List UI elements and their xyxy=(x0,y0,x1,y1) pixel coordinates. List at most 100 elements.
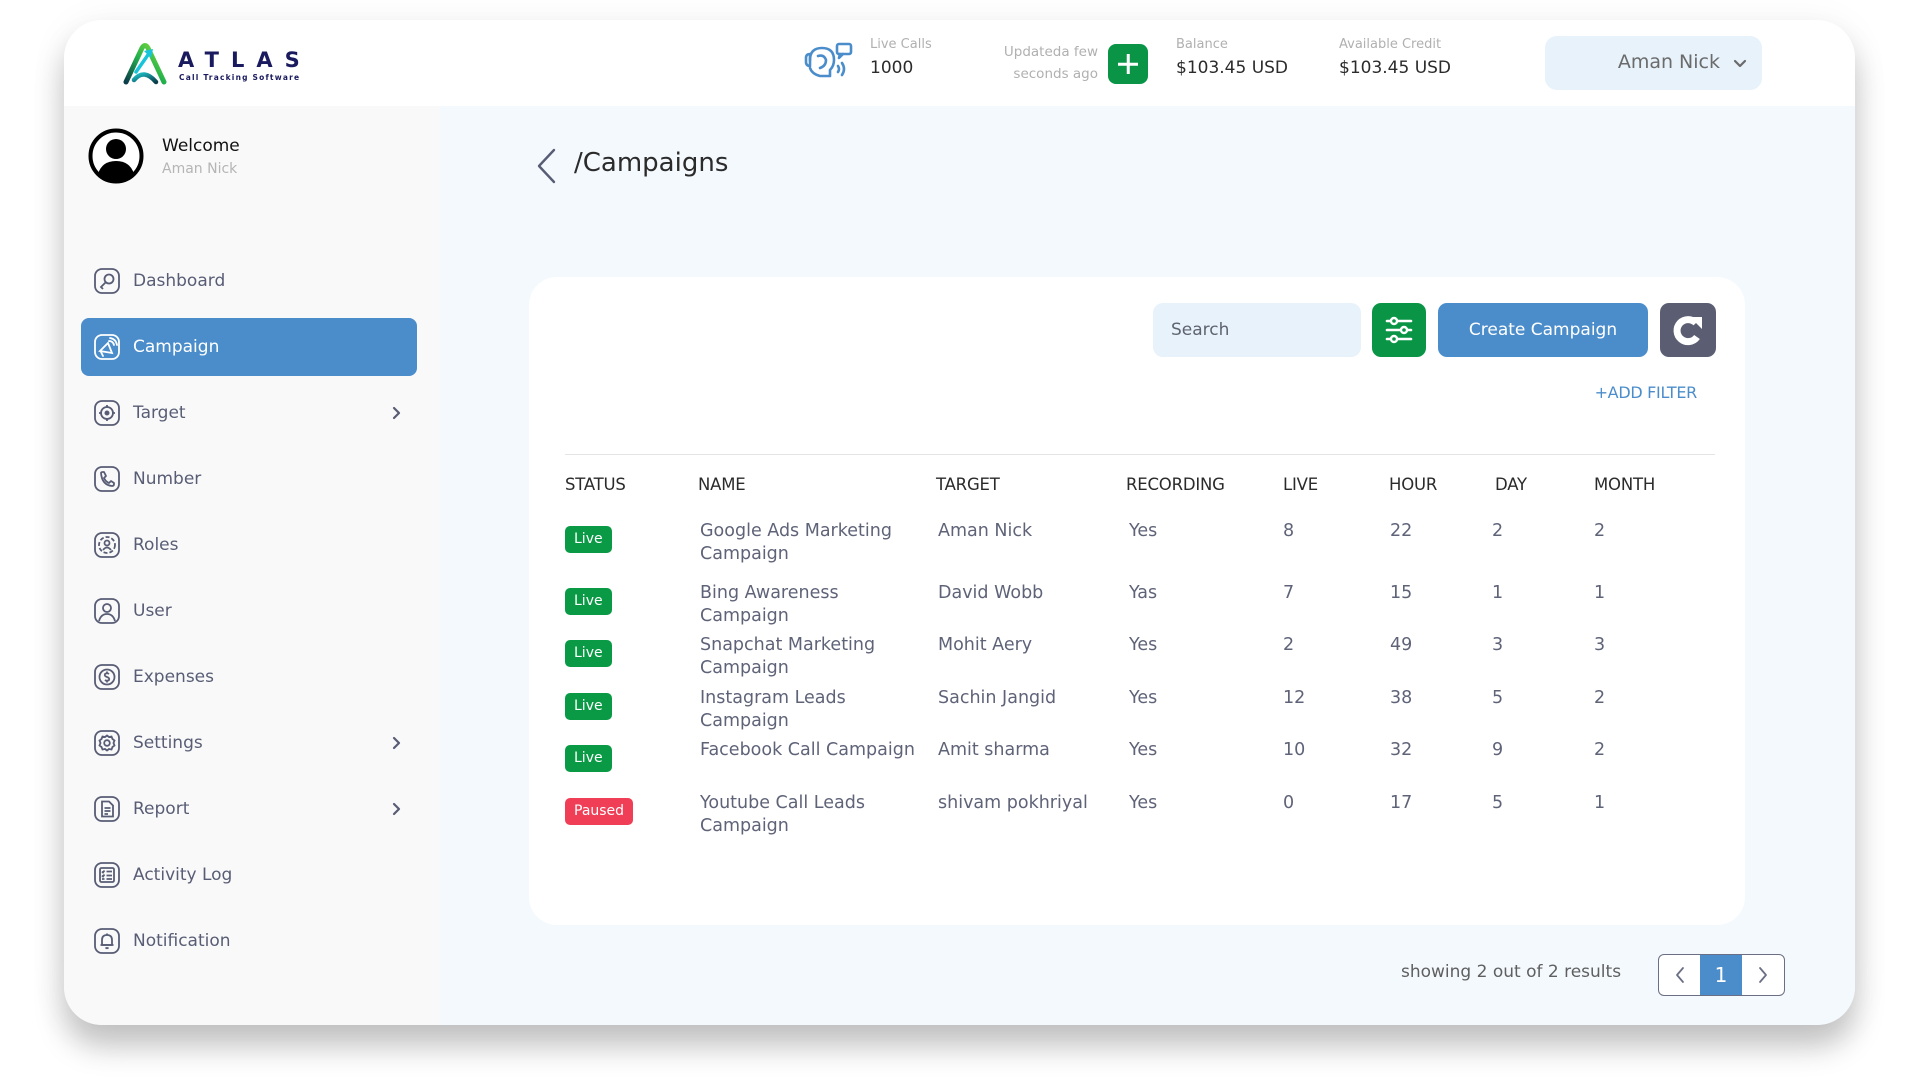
campaign-name[interactable]: Snapchat Marketing Campaign xyxy=(700,634,920,680)
filter-settings-button[interactable] xyxy=(1372,303,1426,357)
sidebar-item-user[interactable]: User xyxy=(81,582,417,640)
column-header-month[interactable]: MONTH xyxy=(1594,475,1655,494)
chevron-right-icon xyxy=(392,736,401,750)
status-cell: Live xyxy=(565,640,612,667)
campaign-hour-count: 49 xyxy=(1390,635,1413,655)
bell-icon xyxy=(94,928,120,954)
sidebar-item-campaign[interactable]: Campaign xyxy=(81,318,417,376)
updated-status: Updateda few seconds ago xyxy=(1003,44,1098,82)
chevron-right-icon xyxy=(392,406,401,420)
campaign-icon xyxy=(94,334,120,360)
live-calls-stat: Live Calls 1000 xyxy=(870,37,932,78)
campaign-target: Amit sharma xyxy=(938,740,1050,760)
main-content: /Campaigns Create Campaign xyxy=(440,106,1855,1025)
campaign-recording: Yes xyxy=(1129,635,1158,655)
sidebar-item-target[interactable]: Target xyxy=(81,384,417,442)
expenses-icon xyxy=(94,664,120,690)
chevron-down-icon xyxy=(1733,59,1747,68)
campaign-month-count: 2 xyxy=(1594,688,1606,708)
logo-name: ATLAS xyxy=(178,48,312,72)
sidebar-item-expenses[interactable]: Expenses xyxy=(81,648,417,706)
column-header-status[interactable]: STATUS xyxy=(565,475,626,494)
atlas-logo[interactable]: ATLAS Call Tracking Software xyxy=(122,42,312,86)
add-button[interactable] xyxy=(1108,44,1148,84)
campaign-recording: Yes xyxy=(1129,521,1158,541)
column-header-recording[interactable]: RECORDING xyxy=(1126,475,1225,494)
chevron-right-icon xyxy=(392,802,401,816)
column-header-day[interactable]: DAY xyxy=(1495,475,1527,494)
campaign-recording: Yes xyxy=(1129,793,1158,813)
campaign-recording: Yas xyxy=(1129,583,1158,603)
page-number-button[interactable]: 1 xyxy=(1700,955,1742,995)
campaign-name[interactable]: Google Ads Marketing Campaign xyxy=(700,520,920,566)
campaign-live-count: 7 xyxy=(1283,583,1295,603)
sidebar-item-label: Activity Log xyxy=(133,865,233,885)
column-header-live[interactable]: LIVE xyxy=(1283,475,1318,494)
campaign-hour-count: 32 xyxy=(1390,740,1413,760)
sidebar-item-roles[interactable]: Roles xyxy=(81,516,417,574)
live-calls-value: 1000 xyxy=(870,58,914,78)
status-cell: Live xyxy=(565,745,612,772)
add-filter-link[interactable]: +ADD FILTER xyxy=(1595,383,1698,402)
campaign-name[interactable]: Instagram Leads Campaign xyxy=(700,687,920,733)
sidebar: Welcome Aman Nick Dashboard Campaign Tar… xyxy=(64,106,440,1025)
campaign-day-count: 9 xyxy=(1492,740,1504,760)
status-badge: Live xyxy=(565,745,612,772)
sidebar-item-label: Notification xyxy=(133,931,231,951)
campaign-live-count: 8 xyxy=(1283,521,1295,541)
avatar[interactable] xyxy=(88,128,144,184)
balance-stat: Balance $103.45 USD xyxy=(1176,37,1288,78)
sidebar-item-report[interactable]: Report xyxy=(81,780,417,838)
table-row[interactable]: Live Google Ads Marketing Campaign Aman Ni… xyxy=(529,520,1745,585)
campaign-month-count: 3 xyxy=(1594,635,1606,655)
campaign-live-count: 12 xyxy=(1283,688,1306,708)
campaign-hour-count: 15 xyxy=(1390,583,1413,603)
campaign-day-count: 3 xyxy=(1492,635,1504,655)
user-icon xyxy=(94,598,120,624)
dashboard-icon xyxy=(94,268,120,294)
page-title: /Campaigns xyxy=(574,148,729,178)
refresh-button[interactable] xyxy=(1660,303,1716,357)
status-badge: Live xyxy=(565,526,612,553)
user-menu-dropdown[interactable]: Aman Nick xyxy=(1545,36,1762,90)
column-header-hour[interactable]: HOUR xyxy=(1389,475,1437,494)
campaign-hour-count: 38 xyxy=(1390,688,1413,708)
sidebar-item-number[interactable]: Number xyxy=(81,450,417,508)
campaign-day-count: 2 xyxy=(1492,521,1504,541)
welcome-title: Welcome xyxy=(162,136,240,156)
campaign-name[interactable]: Facebook Call Campaign xyxy=(700,739,920,762)
logo-mark-icon xyxy=(123,43,167,85)
create-campaign-button[interactable]: Create Campaign xyxy=(1438,303,1648,357)
campaign-month-count: 2 xyxy=(1594,740,1606,760)
sidebar-item-label: Settings xyxy=(133,733,203,753)
sidebar-item-activity-log[interactable]: Activity Log xyxy=(81,846,417,904)
logo-tagline: Call Tracking Software xyxy=(179,73,301,82)
live-calls-label: Live Calls xyxy=(870,37,932,52)
prev-page-button[interactable] xyxy=(1659,955,1700,995)
campaign-live-count: 10 xyxy=(1283,740,1306,760)
campaign-target: Aman Nick xyxy=(938,521,1033,541)
campaign-month-count: 2 xyxy=(1594,521,1606,541)
results-summary: showing 2 out of 2 results xyxy=(1401,962,1622,982)
sidebar-item-label: Campaign xyxy=(133,337,220,357)
user-menu-name: Aman Nick xyxy=(1617,51,1720,73)
sidebar-item-dashboard[interactable]: Dashboard xyxy=(81,252,417,310)
status-badge: Live xyxy=(565,640,612,667)
campaign-target: Sachin Jangid xyxy=(938,688,1057,708)
available-credit-value: $103.45 USD xyxy=(1339,58,1452,78)
search-input[interactable] xyxy=(1153,303,1361,357)
table-row[interactable]: Paused Youtube Call Leads Campaign shivam … xyxy=(529,792,1745,857)
sidebar-item-label: Report xyxy=(133,799,190,819)
campaign-recording: Yes xyxy=(1129,688,1158,708)
sidebar-item-settings[interactable]: Settings xyxy=(81,714,417,772)
sidebar-nav: Dashboard Campaign Target Number Roles U… xyxy=(81,252,417,978)
column-header-name[interactable]: NAME xyxy=(698,475,746,494)
campaign-name[interactable]: Youtube Call Leads Campaign xyxy=(700,792,920,838)
back-button[interactable] xyxy=(534,146,558,186)
column-header-target[interactable]: TARGET xyxy=(936,475,1000,494)
campaign-name[interactable]: Bing Awareness Campaign xyxy=(700,582,920,628)
sidebar-item-notification[interactable]: Notification xyxy=(81,912,417,970)
roles-icon xyxy=(94,532,120,558)
campaign-live-count: 2 xyxy=(1283,635,1295,655)
next-page-button[interactable] xyxy=(1742,955,1783,995)
